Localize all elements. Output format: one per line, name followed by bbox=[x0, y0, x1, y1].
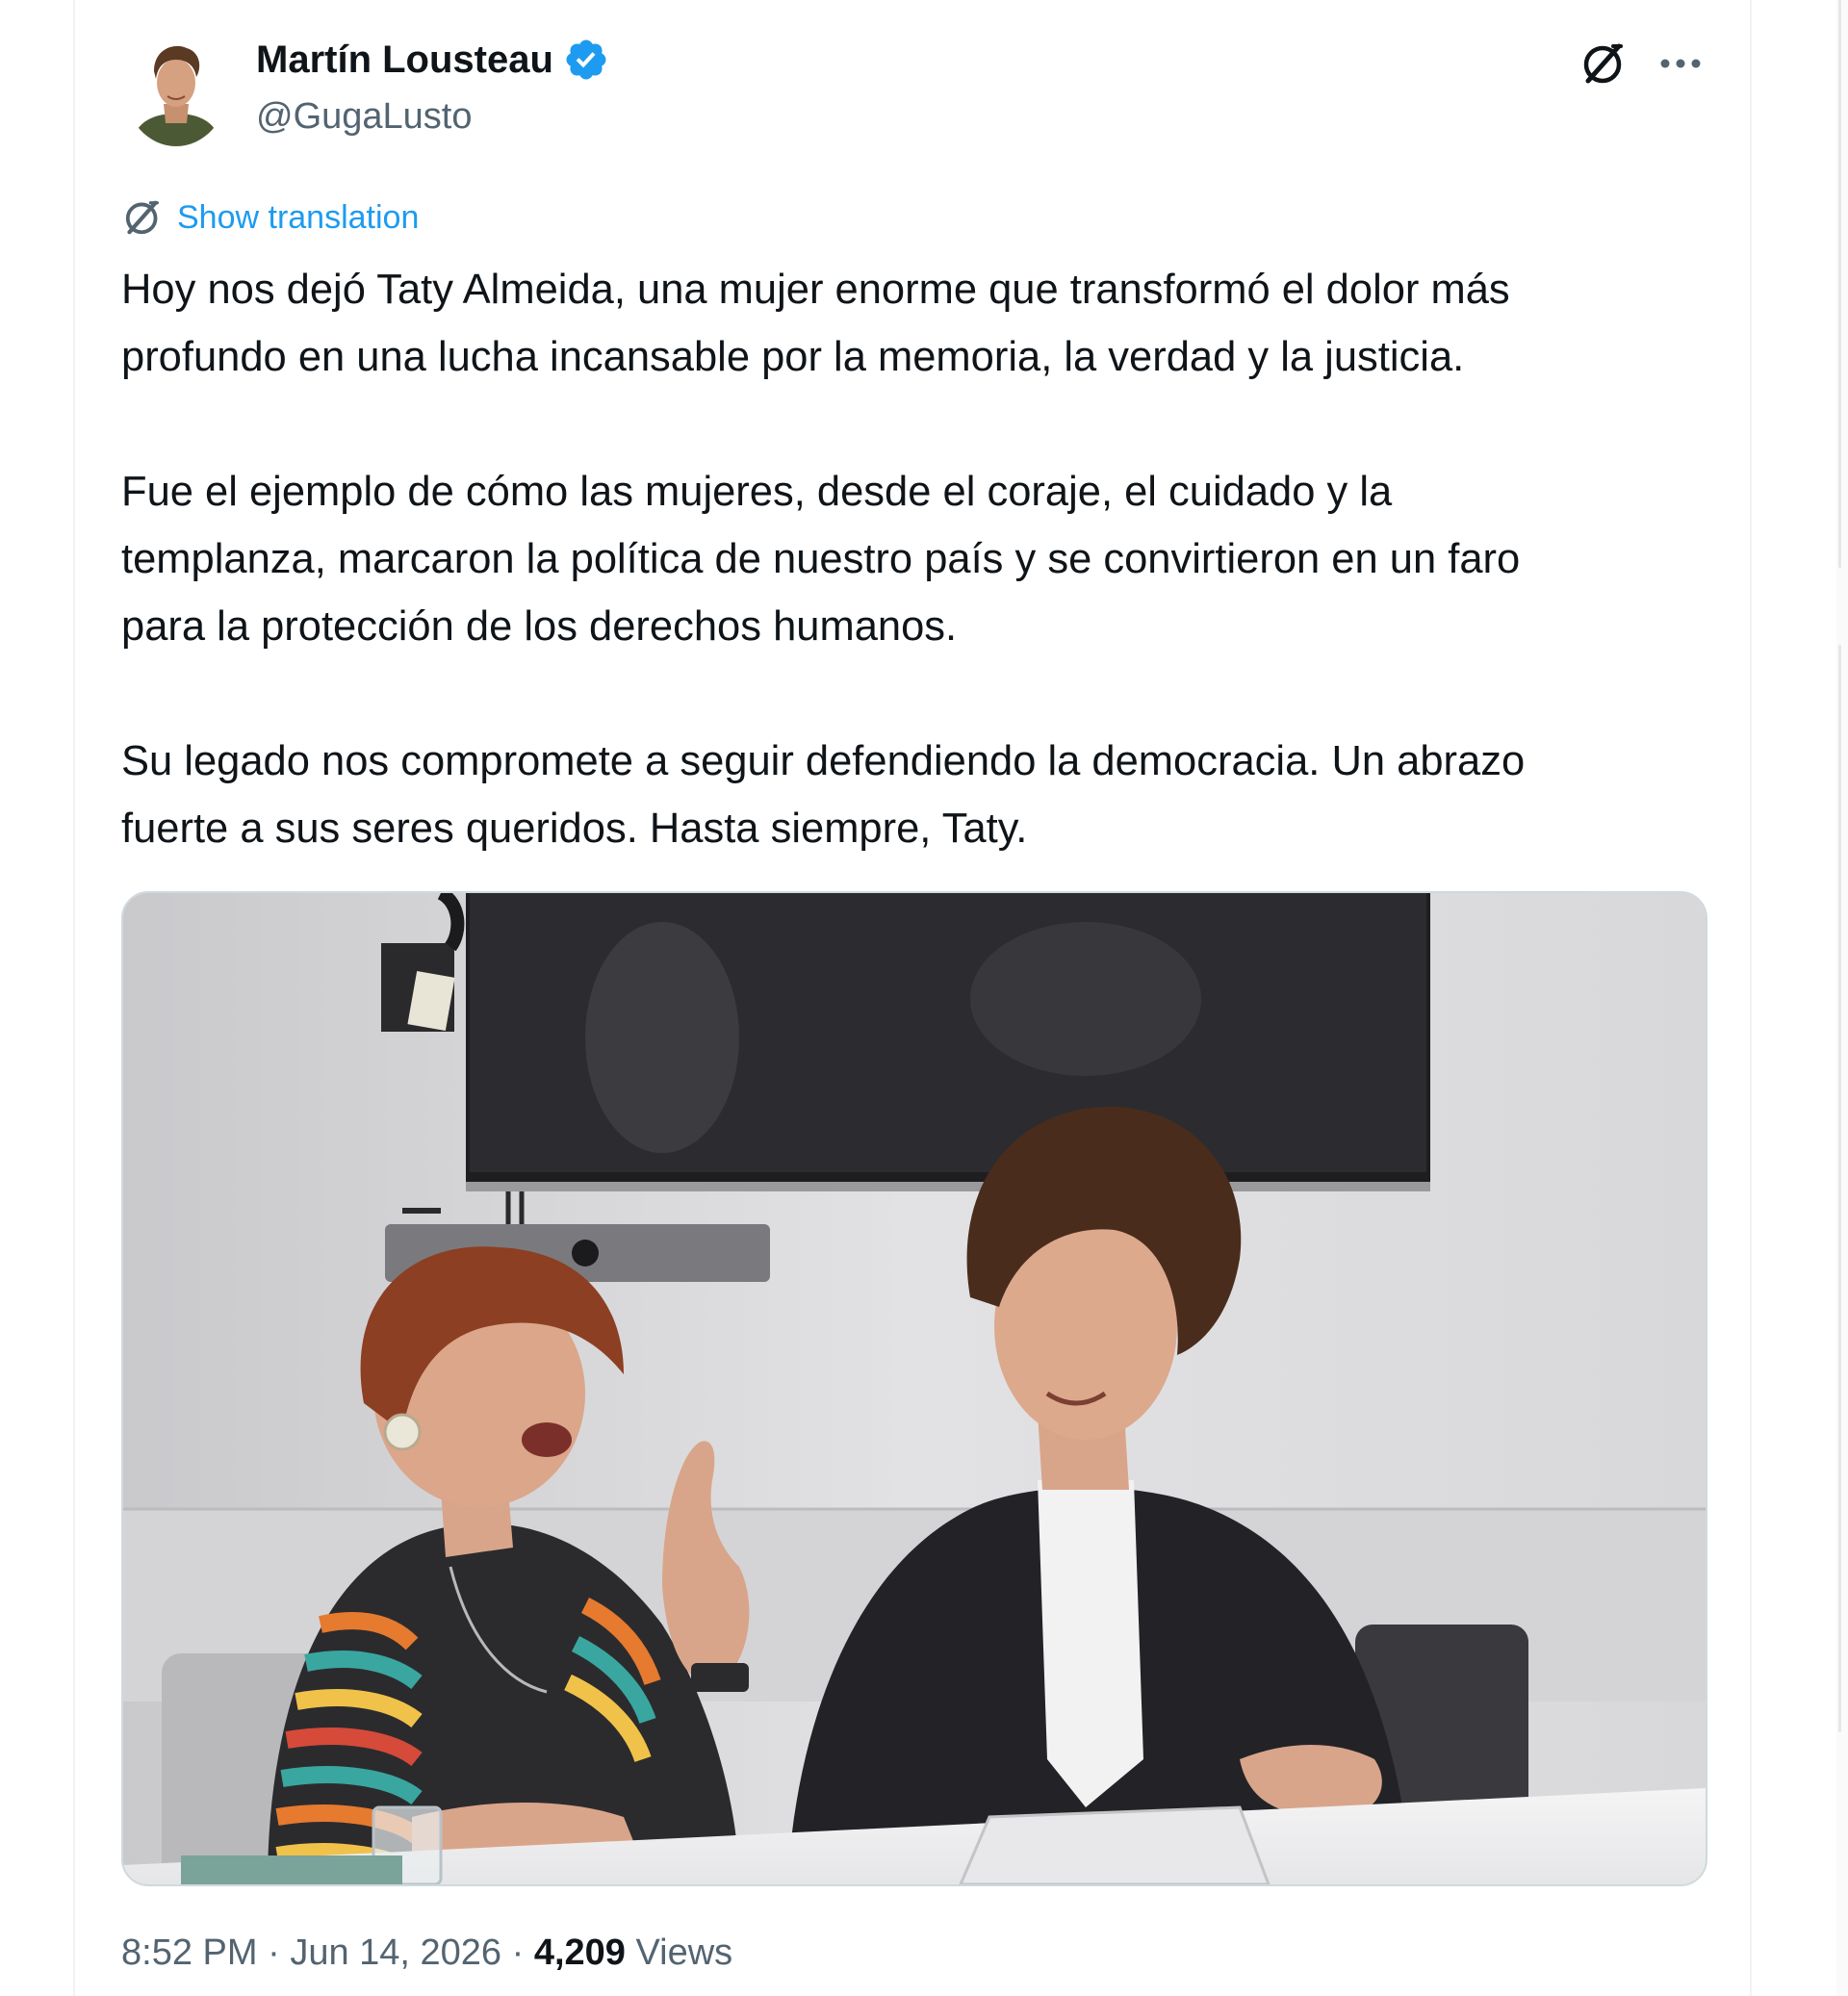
views-label: Views bbox=[635, 1932, 733, 1973]
tweet-paragraph: Fue el ejemplo de cómo las mujeres, desd… bbox=[121, 458, 1719, 660]
tweet-date[interactable]: Jun 14, 2026 bbox=[290, 1932, 501, 1973]
tweet-text-line: fuerte a sus seres queridos. Hasta siemp… bbox=[121, 806, 1028, 852]
grok-button[interactable] bbox=[1575, 35, 1632, 92]
tweet-page: Martín Lousteau @GugaLusto Show translat… bbox=[0, 0, 1848, 1996]
tweet-text-line: Hoy nos dejó Taty Almeida, una mujer eno… bbox=[121, 267, 1510, 313]
meta-separator: · bbox=[501, 1932, 534, 1973]
column-divider-right bbox=[1750, 0, 1752, 1996]
column-divider-left bbox=[73, 0, 75, 1996]
verified-badge-icon[interactable] bbox=[563, 37, 609, 83]
views-count: 4,209 bbox=[533, 1932, 626, 1973]
tweet-photo[interactable] bbox=[121, 891, 1707, 1886]
tweet-paragraph: Hoy nos dejó Taty Almeida, una mujer eno… bbox=[121, 256, 1719, 391]
tweet-text-line: templanza, marcaron la política de nuest… bbox=[121, 536, 1521, 582]
author-handle[interactable]: @GugaLusto bbox=[256, 96, 473, 138]
translate-icon bbox=[125, 200, 159, 235]
grok-icon bbox=[1583, 43, 1623, 84]
meta-separator: · bbox=[257, 1932, 291, 1973]
more-options-icon bbox=[1660, 59, 1701, 68]
tweet-text-line: Fue el ejemplo de cómo las mujeres, desd… bbox=[121, 469, 1393, 515]
tweet-text-line: Su legado nos compromete a seguir defend… bbox=[121, 738, 1526, 784]
author-name-row[interactable]: Martín Lousteau bbox=[256, 37, 609, 83]
photo-illustration bbox=[123, 893, 1706, 1884]
show-translation-link[interactable]: Show translation bbox=[121, 196, 419, 239]
page-scrollbar[interactable] bbox=[1836, 0, 1848, 1996]
tweet-text: Hoy nos dejó Taty Almeida, una mujer eno… bbox=[121, 256, 1719, 862]
author-name[interactable]: Martín Lousteau bbox=[256, 38, 553, 82]
avatar-image bbox=[125, 33, 227, 146]
tweet-paragraph: Su legado nos compromete a seguir defend… bbox=[121, 728, 1719, 862]
tweet-time[interactable]: 8:52 PM bbox=[121, 1932, 258, 1973]
show-translation-label[interactable]: Show translation bbox=[177, 199, 419, 237]
tweet-meta: 8:52 PM · Jun 14, 2026 · 4,209 Views bbox=[121, 1932, 732, 1974]
more-options-button[interactable] bbox=[1652, 35, 1709, 92]
tweet-text-line: profundo en una lucha incansable por la … bbox=[121, 334, 1465, 380]
tweet-text-line: para la protección de los derechos human… bbox=[121, 603, 958, 650]
avatar[interactable] bbox=[125, 33, 227, 146]
